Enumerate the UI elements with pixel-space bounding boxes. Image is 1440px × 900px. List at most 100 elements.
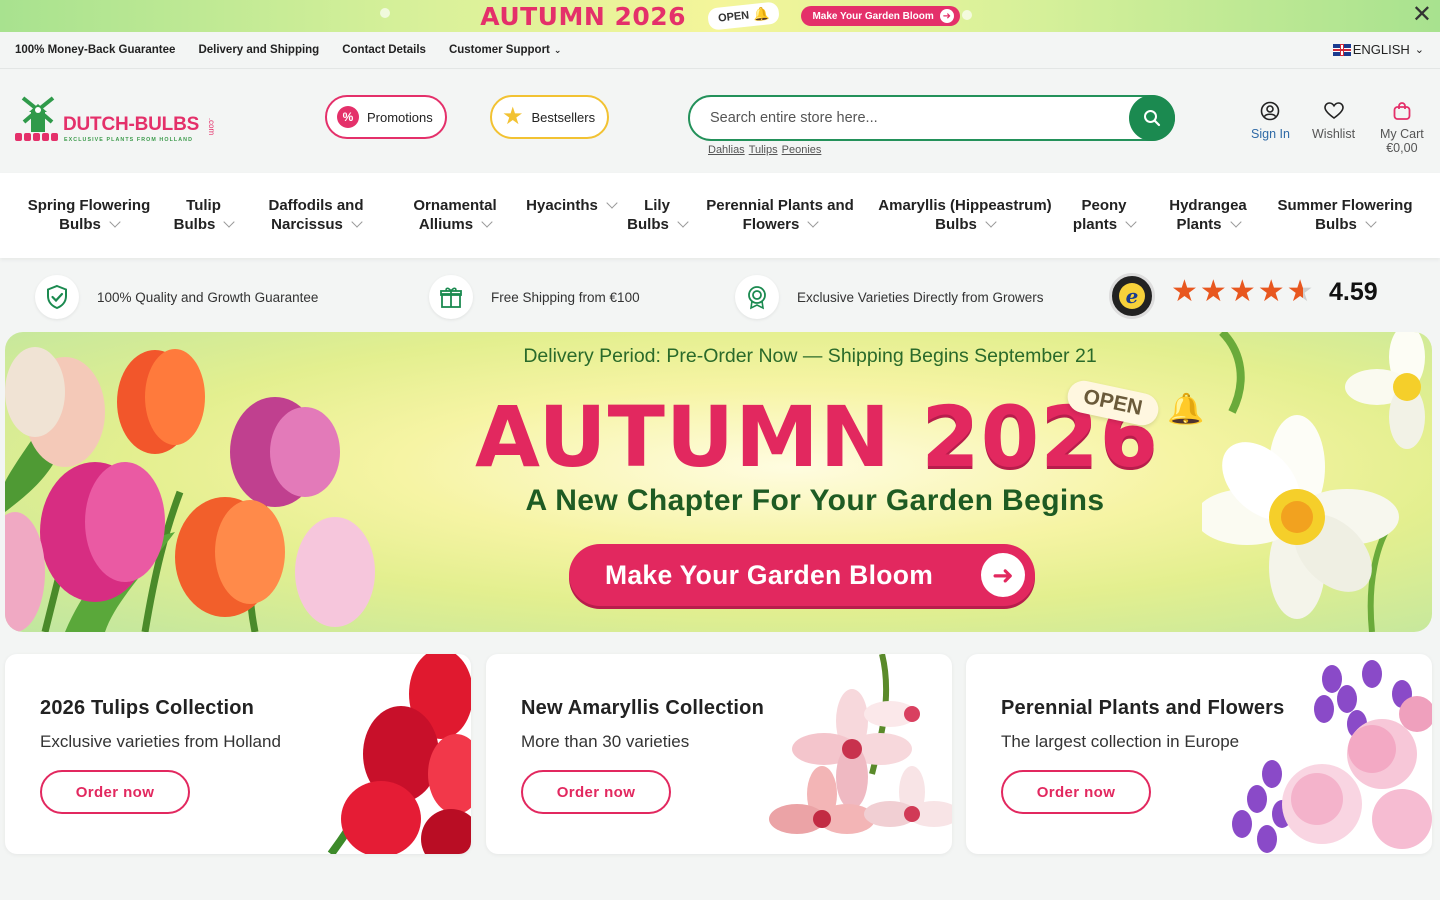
nav-item-summer-flowering-bulbs[interactable]: Summer Flowering Bulbs xyxy=(1268,196,1422,234)
promo-strip-cta-label: Make Your Garden Bloom xyxy=(812,10,934,22)
quick-link-tulips[interactable]: Tulips xyxy=(749,144,778,156)
narcissus-illustration xyxy=(1202,332,1425,632)
nav-label-line1: Lily xyxy=(644,197,670,214)
hero-headline: AUTUMN 2026 xyxy=(475,392,1159,482)
collection-card-tulips[interactable]: 2026 Tulips Collection Exclusive varieti… xyxy=(5,654,471,854)
nav-item-spring-flowering-bulbs[interactable]: Spring Flowering Bulbs xyxy=(22,196,156,234)
cart-button[interactable]: My Cart €0,00 xyxy=(1380,99,1424,155)
chevron-down-icon xyxy=(1229,216,1242,228)
search-quick-links: Dahlias Tulips Peonies xyxy=(708,144,821,156)
delivery-period-text: Delivery Period: Pre-Order Now — Shippin… xyxy=(523,345,1097,367)
trusted-shops-badge[interactable]: e xyxy=(1109,273,1155,319)
nav-label-line2: Narcissus xyxy=(271,216,343,233)
nav-label-line1: Ornamental xyxy=(413,197,497,214)
nav-item-hyacinths[interactable]: Hyacinths xyxy=(518,196,624,215)
cart-label: My Cart xyxy=(1380,127,1424,141)
nav-label-line1: Spring Flowering xyxy=(27,197,151,214)
collection-card-amaryllis[interactable]: New Amaryllis Collection More than 30 va… xyxy=(486,654,952,854)
hero-cta-label: Make Your Garden Bloom xyxy=(605,559,934,590)
nav-label-line2: Bulbs xyxy=(935,216,977,233)
search-input[interactable] xyxy=(710,107,1110,129)
award-icon xyxy=(735,275,779,319)
chevron-down-icon xyxy=(606,197,618,209)
brand-name: DUTCH-BULBS xyxy=(63,114,200,135)
leaf-decoration xyxy=(380,8,390,18)
nav-item-hydrangea-plants[interactable]: Hydrangea Plants xyxy=(1160,196,1256,234)
user-icon xyxy=(1258,99,1282,123)
sign-in-label: Sign In xyxy=(1251,127,1290,141)
nav-item-amaryllis-bulbs[interactable]: Amaryllis (Hippeastrum) Bulbs xyxy=(868,196,1062,234)
nav-item-lily-bulbs[interactable]: Lily Bulbs xyxy=(620,196,694,234)
nav-label-line2: Flowers xyxy=(742,216,800,233)
trust-label: Exclusive Varieties Directly from Grower… xyxy=(797,289,1044,305)
chevron-down-icon: ⌄ xyxy=(1414,44,1424,56)
hero-banner[interactable]: Delivery Period: Pre-Order Now — Shippin… xyxy=(5,332,1432,632)
star-icon: ★ xyxy=(1228,275,1256,308)
delivery-link[interactable]: Delivery and Shipping xyxy=(198,44,319,56)
nav-item-perennial-plants[interactable]: Perennial Plants and Flowers xyxy=(698,196,862,234)
chevron-down-icon xyxy=(985,216,997,228)
tulips-illustration xyxy=(5,347,375,632)
money-back-link[interactable]: 100% Money-Back Guarantee xyxy=(15,44,175,56)
nav-item-daffodils[interactable]: Daffodils and Narcissus xyxy=(262,196,370,234)
nav-label-line1: Hydrangea xyxy=(1169,197,1247,214)
open-tag: OPEN 🔔 xyxy=(707,1,781,31)
tulip-bouquet-image xyxy=(327,654,471,854)
nav-item-peony-plants[interactable]: Peony plants xyxy=(1064,196,1144,234)
contact-link[interactable]: Contact Details xyxy=(342,44,426,56)
arrow-right-icon: ➜ xyxy=(981,553,1025,597)
card-description: More than 30 varieties xyxy=(521,732,690,751)
nav-label-line2: Plants xyxy=(1176,216,1222,233)
top-promo-banner[interactable]: AUTUMN 2026 OPEN 🔔 Make Your Garden Bloom… xyxy=(0,0,1440,32)
quick-link-peonies[interactable]: Peonies xyxy=(782,144,822,156)
nav-item-tulip-bulbs[interactable]: Tulip Bulbs xyxy=(166,196,241,234)
nav-label-line1: Perennial Plants and xyxy=(706,197,854,214)
trust-quality: 100% Quality and Growth Guarantee xyxy=(35,275,318,319)
category-nav: Spring Flowering Bulbs Tulip Bulbs Daffo… xyxy=(0,173,1440,258)
close-icon[interactable]: ✕ xyxy=(1412,3,1432,27)
amaryllis-image xyxy=(769,654,952,834)
nav-item-ornamental-alliums[interactable]: Ornamental Alliums xyxy=(405,196,505,234)
hero-headline-word: AUTUMN xyxy=(475,388,892,486)
card-description: The largest collection in Europe xyxy=(1001,732,1240,751)
hero-cta-button[interactable]: Make Your Garden Bloom ➜ xyxy=(569,544,1035,606)
bestsellers-label: Bestsellers xyxy=(531,109,596,125)
bestsellers-button[interactable]: ★ Bestsellers xyxy=(490,95,609,139)
order-now-button[interactable]: Order now xyxy=(40,770,190,814)
quick-link-dahlias[interactable]: Dahlias xyxy=(708,144,745,156)
shopping-bag-icon xyxy=(1390,99,1414,123)
customer-support-label: Customer Support xyxy=(448,44,550,56)
promo-strip-cta[interactable]: Make Your Garden Bloom ➜ xyxy=(801,6,960,26)
language-selector[interactable]: ENGLISH ⌄ xyxy=(1332,42,1424,57)
trust-label: 100% Quality and Growth Guarantee xyxy=(97,289,319,305)
chevron-down-icon xyxy=(109,216,121,228)
nav-label-line1: Amaryllis (Hippeastrum) xyxy=(878,197,1052,214)
order-now-button[interactable]: Order now xyxy=(1001,770,1151,814)
collection-card-perennials[interactable]: Perennial Plants and Flowers The largest… xyxy=(966,654,1432,854)
nav-label-line1: Tulip xyxy=(186,197,221,214)
nav-label-line1: Hyacinths xyxy=(526,197,598,214)
shield-check-icon xyxy=(35,275,79,319)
chevron-down-icon xyxy=(1125,216,1137,228)
star-icon: ★ xyxy=(1257,275,1285,308)
wishlist-button[interactable]: Wishlist xyxy=(1312,99,1355,141)
nav-label-line2: Bulbs xyxy=(1315,216,1357,233)
nav-label-line1: Peony xyxy=(1081,197,1127,214)
chevron-down-icon xyxy=(351,216,363,228)
arrow-right-icon: ➜ xyxy=(939,9,954,23)
chevron-down-icon xyxy=(677,216,689,228)
site-logo[interactable]: DUTCH-BULBS .com EXCLUSIVE PLANTS FROM H… xyxy=(14,96,224,144)
search-button[interactable] xyxy=(1129,95,1175,141)
chevron-down-icon xyxy=(223,216,235,228)
chevron-down-icon xyxy=(1365,216,1377,228)
order-now-button[interactable]: Order now xyxy=(521,770,671,814)
customer-support-dropdown[interactable]: Customer Support ⌄ xyxy=(449,44,562,56)
language-label: ENGLISH xyxy=(1352,42,1410,57)
wishlist-label: Wishlist xyxy=(1312,127,1356,141)
nav-label-line2: plants xyxy=(1072,216,1118,233)
star-icon: ★ xyxy=(1171,275,1198,308)
sign-in-button[interactable]: Sign In xyxy=(1251,99,1290,141)
promotions-button[interactable]: % Promotions xyxy=(325,95,447,139)
uk-flag-icon xyxy=(1332,43,1351,56)
search-bar xyxy=(688,95,1175,141)
